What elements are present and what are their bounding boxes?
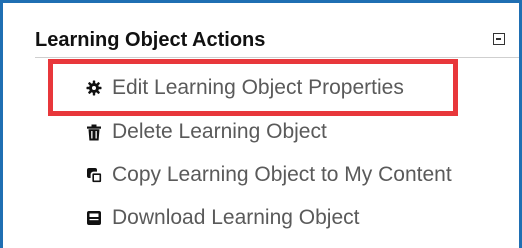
delete-learning-object-link[interactable]: Delete Learning Object: [85, 118, 327, 146]
download-icon: [85, 209, 103, 227]
action-label: Copy Learning Object to My Content: [112, 163, 452, 186]
gear-icon: [85, 79, 103, 97]
action-list: Edit Learning Object Properties Delete L…: [3, 3, 519, 248]
action-label: Edit Learning Object Properties: [112, 76, 404, 99]
download-learning-object-link[interactable]: Download Learning Object: [85, 204, 360, 232]
panel-frame: Learning Object Actions Edit Learning Ob…: [0, 0, 522, 248]
trash-icon: [85, 123, 103, 141]
action-label: Delete Learning Object: [112, 120, 327, 143]
action-label: Download Learning Object: [112, 206, 360, 229]
copy-to-my-content-link[interactable]: Copy Learning Object to My Content: [85, 161, 452, 189]
copy-icon: [85, 166, 103, 184]
edit-properties-link[interactable]: Edit Learning Object Properties: [85, 74, 404, 102]
